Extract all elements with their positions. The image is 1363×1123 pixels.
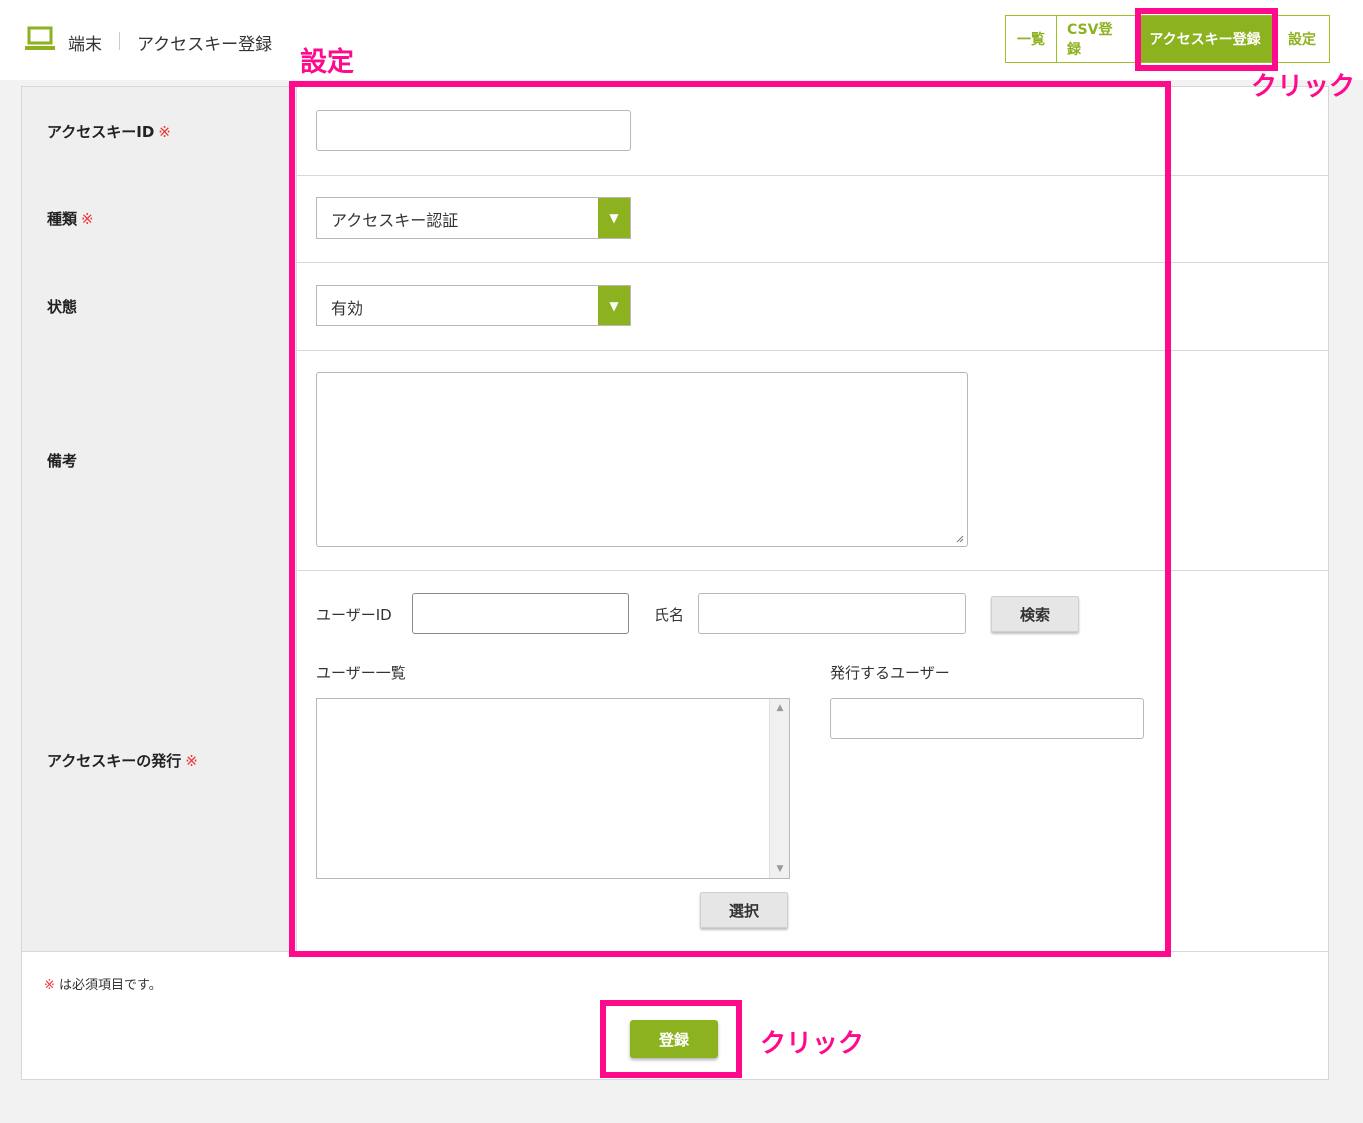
register-highlight-box [600,1000,742,1078]
tab-settings[interactable]: 設定 [1274,15,1330,63]
required-note-text: は必須項目です。 [54,978,162,993]
tab-csv-register[interactable]: CSV登録 [1056,15,1136,63]
tab-list[interactable]: 一覧 [1005,15,1057,63]
settings-annotation: 設定 [300,47,354,78]
required-mark: ※ [158,123,171,141]
access-key-id-label: アクセスキーID [47,123,155,141]
click-register-annotation: クリック [760,1029,865,1059]
issue-label: アクセスキーの発行 [47,752,182,770]
status-label: 状態 [47,298,78,316]
required-note: ※ は必須項目です。 [44,974,162,993]
breadcrumb-section[interactable]: 端末 [68,30,102,55]
settings-highlight-box [289,81,1171,957]
remarks-label: 備考 [47,452,78,470]
page-title: アクセスキー登録 [137,35,273,55]
click-tab-annotation: クリック [1251,72,1356,102]
tab-highlight-box [1135,8,1278,71]
required-note-mark: ※ [44,978,55,993]
breadcrumb-divider [119,32,120,50]
required-mark: ※ [81,210,94,228]
laptop-icon [25,26,55,50]
type-label: 種類 [47,210,78,228]
required-mark: ※ [185,752,198,770]
